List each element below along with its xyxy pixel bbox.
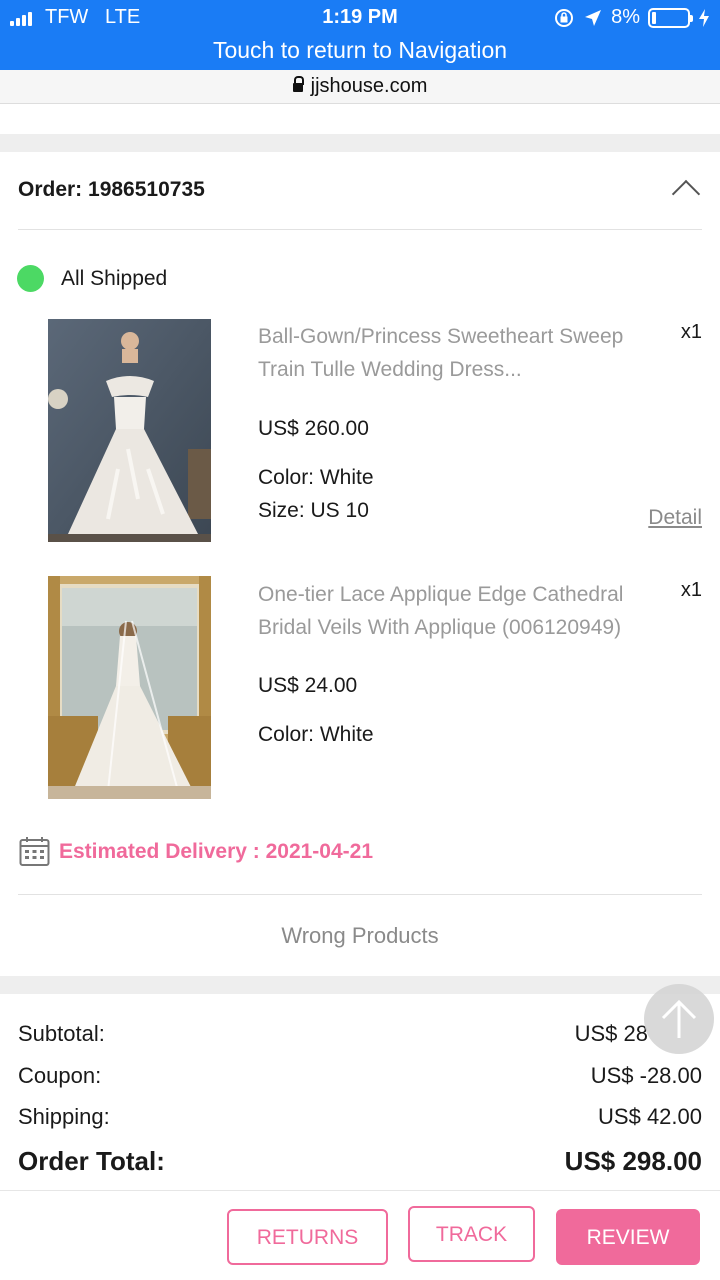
- item-size: Size: US 10: [258, 499, 369, 522]
- order-total-label: Order Total:: [18, 1146, 165, 1176]
- subtotal-value: US$ 28: [574, 1021, 648, 1046]
- coupon-value: US$ -28.00: [590, 1063, 702, 1088]
- order-total-value: US$ 298.00: [564, 1146, 702, 1176]
- coupon-label: Coupon:: [18, 1063, 102, 1088]
- detail-link[interactable]: Detail: [648, 506, 702, 530]
- rotation-lock-icon: [555, 8, 574, 27]
- bridal-veil-image[interactable]: [48, 576, 211, 799]
- divider: [18, 894, 702, 895]
- status-dot: [17, 265, 44, 292]
- section-divider: [0, 134, 720, 152]
- divider: [18, 229, 702, 230]
- item-name[interactable]: Ball-Gown/Princess Sweetheart Sweep Trai…: [258, 320, 668, 386]
- shipping-label: Shipping:: [18, 1104, 110, 1129]
- track-button[interactable]: TRACK: [408, 1206, 535, 1262]
- wedding-dress-image[interactable]: [48, 319, 211, 542]
- chevron-up-icon[interactable]: [671, 179, 701, 209]
- item-price: US$ 24.00: [258, 674, 358, 697]
- arrow-up-icon: [661, 999, 697, 1038]
- item-price: US$ 260.00: [258, 417, 369, 440]
- shipping-status: All Shipped: [61, 267, 168, 290]
- item-color: Color: White: [258, 723, 374, 746]
- url-bar[interactable]: jjshouse.com: [0, 70, 720, 104]
- estimated-delivery: Estimated Delivery : 2021-04-21: [59, 840, 374, 863]
- section-divider: [0, 976, 720, 994]
- return-to-navigation-banner[interactable]: Touch to return to Navigation: [0, 37, 720, 64]
- location-icon: [585, 9, 602, 26]
- review-button[interactable]: REVIEW: [556, 1209, 700, 1265]
- lock-icon: [292, 76, 304, 92]
- battery-percent: 8%: [611, 6, 640, 28]
- item-quantity: x1: [680, 321, 702, 343]
- item-color: Color: White: [258, 466, 374, 489]
- wrong-products-link[interactable]: Wrong Products: [0, 923, 720, 949]
- order-title: Order: 1986510735: [18, 178, 205, 201]
- returns-button[interactable]: RETURNS: [227, 1209, 388, 1265]
- order-actions: RETURNS TRACK REVIEW: [0, 1190, 720, 1280]
- url-text: jjshouse.com: [310, 75, 428, 97]
- calendar-icon: [19, 837, 50, 866]
- status-bar: TFW LTE 1:19 PM 8% Touch to return to Na…: [0, 0, 720, 70]
- scroll-to-top-button[interactable]: [644, 984, 714, 1054]
- item-quantity: x1: [680, 579, 702, 601]
- item-name[interactable]: One-tier Lace Applique Edge Cathedral Br…: [258, 578, 668, 644]
- shipping-value: US$ 42.00: [598, 1104, 702, 1129]
- charging-icon: [699, 8, 709, 27]
- subtotal-label: Subtotal:: [18, 1021, 105, 1046]
- battery-icon: [648, 7, 693, 28]
